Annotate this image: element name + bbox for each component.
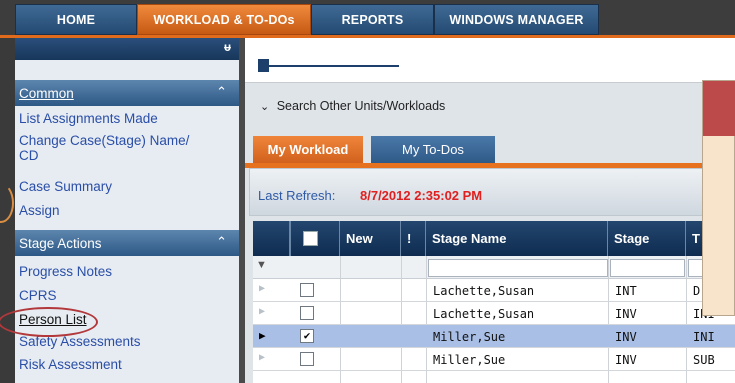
popup-dialog-header [703, 81, 735, 136]
cell-t: D [693, 284, 701, 298]
cell-stage: INT [615, 284, 637, 298]
column-header-new[interactable]: New [340, 221, 401, 256]
row-indicator-icon: ▶ [259, 306, 266, 317]
workload-pane: ⌄ Search Other Units/Workloads My Worklo… [245, 41, 735, 383]
tab-my-workload[interactable]: My Workload [253, 136, 363, 163]
chevron-down-icon: ⌄ [260, 101, 270, 113]
refresh-bar: Last Refresh: 8/7/2012 2:35:02 PM [249, 168, 735, 216]
last-refresh-value: 8/7/2012 2:35:02 PM [360, 188, 483, 203]
annotation-highlight-oval [0, 307, 98, 337]
workload-grid: New ! Stage Name Stage T ▼ ▶ Lachette,Su… [253, 221, 735, 383]
current-row-icon: ▶ [259, 329, 266, 342]
row-checkbox[interactable] [300, 306, 314, 320]
row-checkbox[interactable] [300, 283, 314, 297]
link-change-case-name-cd[interactable]: CD [19, 148, 39, 164]
column-header-stage[interactable]: Stage [608, 221, 686, 256]
left-panel-titlebar: ᵾ [15, 38, 239, 60]
nav-tab-home[interactable]: HOME [15, 4, 137, 35]
column-header-select[interactable] [290, 221, 340, 256]
search-other-units-label: Search Other Units/Workloads [276, 99, 446, 113]
section-header-stage-actions[interactable]: Stage Actions ⌃ [15, 230, 239, 256]
nav-tab-workload[interactable]: WORKLOAD & TO-DOs [137, 4, 311, 35]
filter-stage-input[interactable] [610, 259, 685, 277]
table-row[interactable]: ▶ Lachette,Susan INT D [253, 279, 735, 302]
cell-stage-name: Miller,Sue [433, 353, 506, 367]
link-safety-assessments[interactable]: Safety Assessments [19, 334, 141, 350]
table-row[interactable]: ▶ Lachette,Susan INV INI [253, 302, 735, 325]
nav-tab-windows-manager[interactable]: WINDOWS MANAGER [434, 4, 599, 35]
cell-stage-name: Lachette,Susan [433, 307, 535, 321]
toolbar [245, 41, 735, 83]
cell-t: SUB [693, 353, 715, 367]
filter-stage-name-input[interactable] [428, 259, 608, 277]
grid-header: New ! Stage Name Stage T [253, 221, 735, 256]
column-header-stage-name[interactable]: Stage Name [426, 221, 608, 256]
link-list-assignments-made[interactable]: List Assignments Made [19, 111, 158, 127]
slider-track[interactable] [269, 65, 399, 67]
link-change-case-name[interactable]: Change Case(Stage) Name/ [19, 133, 189, 149]
nav-tab-reports[interactable]: REPORTS [311, 4, 434, 35]
last-refresh-label: Last Refresh: [258, 188, 336, 203]
link-case-summary[interactable]: Case Summary [19, 179, 112, 195]
row-checkbox-checked[interactable]: ✔ [300, 329, 314, 343]
chevron-up-icon[interactable]: ⌃ [216, 234, 227, 250]
table-row[interactable]: ▶ Miller,Sue INV SUB [253, 348, 735, 371]
row-indicator-icon: ▶ [259, 352, 266, 363]
cell-t: INI [693, 330, 715, 344]
link-progress-notes[interactable]: Progress Notes [19, 264, 112, 280]
row-indicator-icon: ▶ [259, 283, 266, 294]
cell-stage: INV [615, 307, 637, 321]
top-navigation: HOME WORKLOAD & TO-DOs REPORTS WINDOWS M… [0, 0, 735, 38]
cell-stage: INV [615, 330, 637, 344]
select-all-checkbox[interactable] [303, 231, 318, 246]
cell-stage-name: Lachette,Susan [433, 284, 535, 298]
popup-dialog[interactable] [702, 80, 735, 316]
column-header-indicator [253, 221, 290, 256]
row-checkbox[interactable] [300, 352, 314, 366]
section-title-stage-actions: Stage Actions [19, 235, 102, 251]
link-risk-assessment[interactable]: Risk Assessment [19, 357, 122, 373]
section-header-common[interactable]: Common ⌃ [15, 80, 239, 106]
table-row-selected[interactable]: ▶ ✔ Miller,Sue INV INI [253, 325, 735, 348]
search-other-units-toggle[interactable]: ⌄ Search Other Units/Workloads [260, 99, 445, 113]
link-assign[interactable]: Assign [19, 203, 60, 219]
tab-my-todos[interactable]: My To-Dos [371, 136, 495, 163]
cell-stage-name: Miller,Sue [433, 330, 506, 344]
slider-thumb[interactable] [258, 59, 269, 72]
app-window: HOME WORKLOAD & TO-DOs REPORTS WINDOWS M… [0, 0, 735, 383]
column-header-priority[interactable]: ! [401, 221, 426, 256]
link-cprs[interactable]: CPRS [19, 288, 57, 304]
section-title-common: Common [19, 85, 74, 101]
filter-row: ▼ [253, 256, 735, 279]
cell-stage: INV [615, 353, 637, 367]
pin-icon[interactable]: ᵾ [224, 40, 231, 54]
chevron-up-icon[interactable]: ⌃ [216, 84, 227, 100]
filter-icon[interactable]: ▼ [256, 259, 267, 271]
